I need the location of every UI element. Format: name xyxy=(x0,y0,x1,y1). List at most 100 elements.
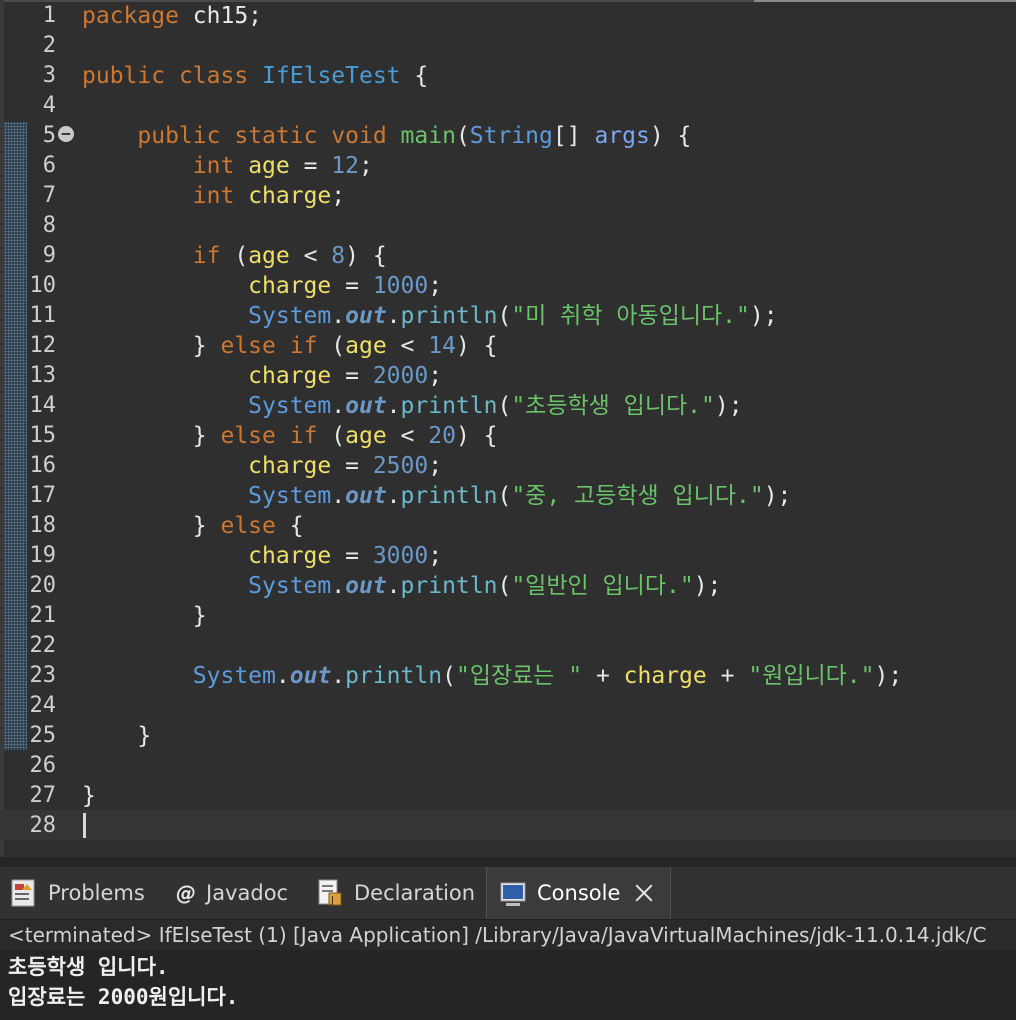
code-line[interactable]: public static void main(String[] args) { xyxy=(82,121,691,151)
line-number: 20 xyxy=(29,573,57,598)
line-number: 25 xyxy=(29,723,57,748)
line-number: 23 xyxy=(29,663,57,688)
code-token: ; xyxy=(428,273,443,299)
code-token: = xyxy=(289,153,332,179)
code-line[interactable]: public class IfElseTest { xyxy=(82,61,428,91)
line-number: 1 xyxy=(42,3,56,28)
code-line[interactable]: System.out.println("중, 고등학생 입니다."); xyxy=(82,481,791,511)
code-line[interactable]: } else if (age < 14) { xyxy=(82,331,498,361)
code-token: = xyxy=(331,273,373,299)
code-line[interactable]: } else { xyxy=(82,511,304,541)
code-token: class xyxy=(178,63,249,89)
code-token: } xyxy=(82,603,207,629)
code-line[interactable]: charge = 3000; xyxy=(82,541,442,571)
declaration-icon: J xyxy=(316,878,344,908)
code-token: ( xyxy=(317,333,346,359)
code-line[interactable]: charge = 2500; xyxy=(82,451,442,481)
panel-separator[interactable] xyxy=(0,857,1016,867)
line-number: 24 xyxy=(29,693,57,718)
code-token: } xyxy=(82,423,221,449)
code-token: charge xyxy=(248,273,332,299)
code-token: System xyxy=(192,663,276,689)
line-number: 16 xyxy=(29,453,57,478)
code-editor[interactable]: 1 2 3 4 5 6 7 8 9 10 11 12 13 14 15 16 17 18 19 20 21 22 23 24 2… xyxy=(0,0,1016,857)
code-line[interactable]: } xyxy=(82,721,151,751)
tab-declaration-label: Declaration xyxy=(354,881,476,905)
code-token: println xyxy=(400,393,498,419)
code-token: ( xyxy=(497,573,512,599)
code-token: 2000 xyxy=(372,363,429,389)
code-token: 3000 xyxy=(372,543,429,569)
code-token: "입장료는 " xyxy=(455,663,583,689)
code-token: ( xyxy=(220,243,249,269)
code-line[interactable]: charge = 2000; xyxy=(82,361,442,391)
line-number: 10 xyxy=(29,273,57,298)
code-token: . xyxy=(331,663,346,689)
code-line[interactable]: package ch15; xyxy=(82,1,262,31)
code-token: "초등학생 입니다." xyxy=(511,393,715,419)
code-token: System xyxy=(248,393,332,419)
code-token: = xyxy=(331,363,373,389)
console-view[interactable]: <terminated> IfElseTest (1) [Java Applic… xyxy=(0,920,1016,1020)
code-line[interactable]: System.out.println("일반인 입니다."); xyxy=(82,571,721,601)
code-line[interactable]: System.out.println("미 취학 아동입니다."); xyxy=(82,301,777,331)
code-token: . xyxy=(331,573,346,599)
code-line[interactable]: int age = 12; xyxy=(82,151,373,181)
code-line[interactable]: int charge; xyxy=(82,181,345,211)
code-token: ); xyxy=(714,393,743,419)
code-token: = xyxy=(331,543,373,569)
code-token: + xyxy=(706,663,749,689)
code-token: else xyxy=(220,513,276,539)
line-number: 13 xyxy=(29,363,57,388)
code-line[interactable]: charge = 1000; xyxy=(82,271,442,301)
code-token: out xyxy=(345,303,387,329)
code-line[interactable]: System.out.println("입장료는 " + charge + "원… xyxy=(82,661,902,691)
tab-console[interactable]: Console xyxy=(486,867,672,919)
code-token: . xyxy=(386,573,401,599)
code-token: { xyxy=(275,513,304,539)
code-line[interactable]: } xyxy=(82,781,96,811)
close-icon[interactable] xyxy=(632,881,656,905)
tab-console-label: Console xyxy=(537,881,621,905)
line-number: 18 xyxy=(29,513,57,538)
code-line[interactable]: } xyxy=(82,601,207,631)
code-token: "중, 고등학생 입니다." xyxy=(511,483,764,509)
code-token: < xyxy=(386,423,429,449)
code-token: void xyxy=(331,123,387,149)
code-token: public xyxy=(82,63,166,89)
code-token: public xyxy=(137,123,221,149)
code-token: ; xyxy=(428,453,443,479)
line-number: 28 xyxy=(29,813,57,838)
code-line[interactable]: if (age < 8) { xyxy=(82,241,387,271)
code-token: ( xyxy=(317,423,346,449)
line-number: 7 xyxy=(42,183,56,208)
tab-problems[interactable]: Problems xyxy=(10,867,145,919)
code-token: 14 xyxy=(428,333,456,359)
tab-javadoc[interactable]: @ Javadoc xyxy=(174,867,288,919)
code-token: "일반인 입니다." xyxy=(511,573,694,599)
code-token: = xyxy=(331,453,373,479)
javadoc-icon: @ xyxy=(174,878,196,908)
code-line[interactable]: } else if (age < 20) { xyxy=(82,421,498,451)
line-number: 11 xyxy=(29,303,57,328)
console-icon xyxy=(499,878,527,908)
code-token: ( xyxy=(497,393,512,419)
code-token: "원입니다." xyxy=(748,663,875,689)
code-token: out xyxy=(345,393,387,419)
collapse-icon[interactable]: − xyxy=(58,126,74,142)
code-line[interactable]: System.out.println("초등학생 입니다."); xyxy=(82,391,743,421)
code-token: int xyxy=(192,153,235,179)
tab-declaration[interactable]: J Declaration xyxy=(316,867,475,919)
